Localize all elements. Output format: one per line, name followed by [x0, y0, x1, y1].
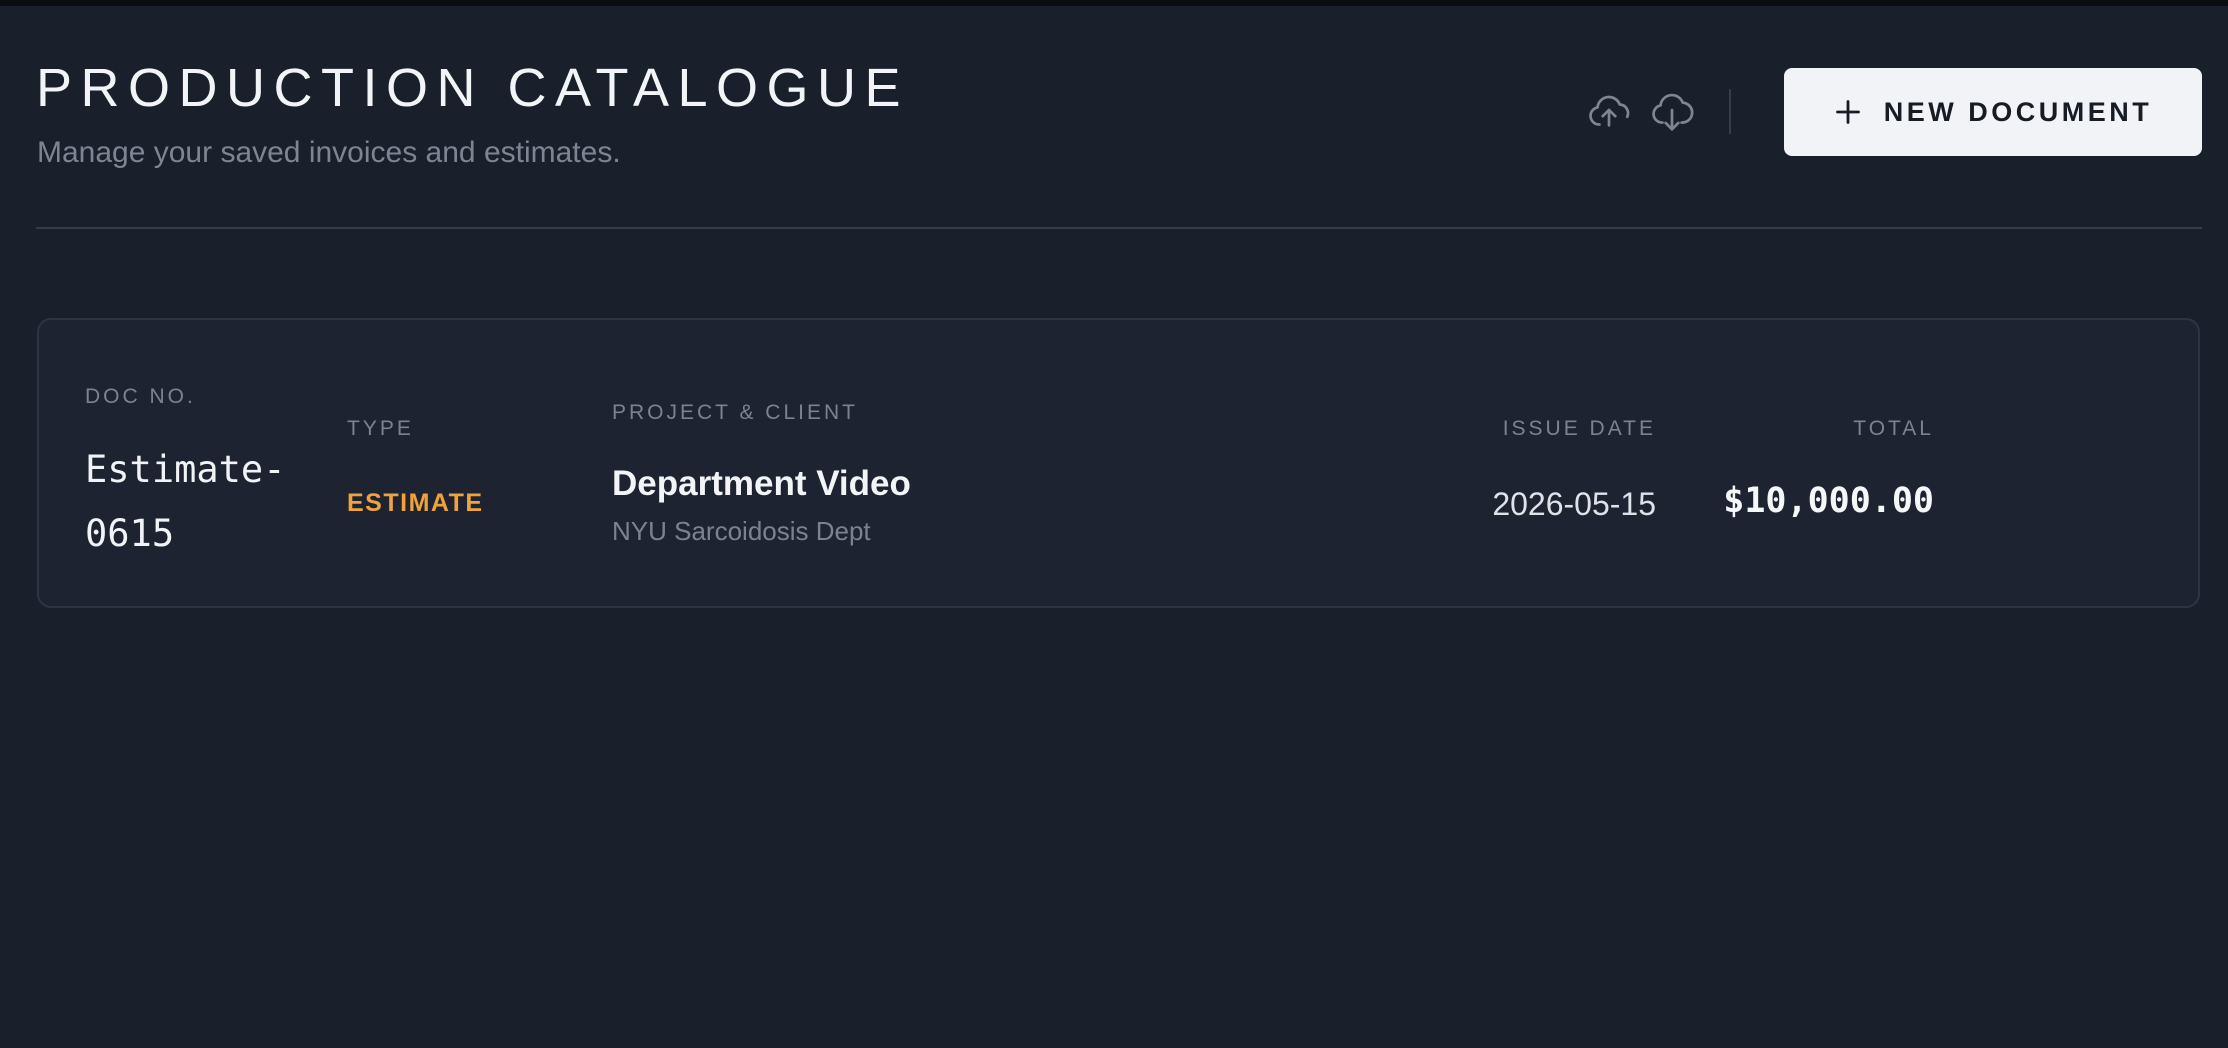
page-subtitle: Manage your saved invoices and estimates… [37, 136, 621, 169]
project-name: Department Video [612, 464, 911, 503]
toolbar-divider [1729, 89, 1731, 134]
col-header-type: TYPE [347, 417, 414, 440]
doc-number: Estimate-0615 [85, 448, 286, 555]
new-document-label: NEW DOCUMENT [1883, 96, 2153, 127]
header-divider [36, 227, 2202, 229]
cloud-download-icon [1652, 93, 1694, 131]
download-button[interactable] [1648, 88, 1696, 136]
issue-date: 2026-05-15 [1492, 486, 1656, 522]
page-title: PRODUCTION CATALOGUE [36, 58, 910, 118]
upload-button[interactable] [1585, 88, 1633, 136]
col-header-project-client: PROJECT & CLIENT [612, 401, 858, 424]
window-top-edge [0, 0, 2228, 6]
col-header-doc-no: DOC NO. [85, 385, 196, 408]
col-header-total: TOTAL [1853, 417, 1934, 440]
client-name: NYU Sarcoidosis Dept [612, 516, 871, 546]
doc-type-badge: ESTIMATE [347, 489, 484, 517]
cloud-upload-icon [1589, 95, 1630, 127]
plus-icon [1834, 98, 1862, 126]
document-row[interactable]: DOC NO. TYPE PROJECT & CLIENT ISSUE DATE… [37, 318, 2200, 608]
col-header-issue-date: ISSUE DATE [1502, 417, 1656, 440]
new-document-button[interactable]: NEW DOCUMENT [1784, 68, 2202, 156]
total-amount: $10,000.00 [1723, 481, 1934, 521]
